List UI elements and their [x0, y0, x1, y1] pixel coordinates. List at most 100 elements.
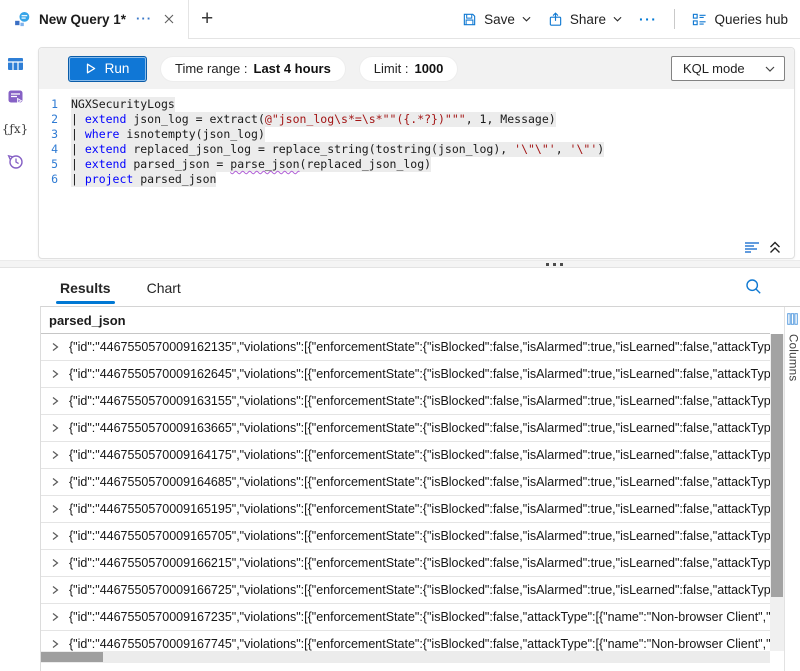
- splitter-grip[interactable]: [546, 263, 563, 266]
- expand-row-chevron-icon[interactable]: [50, 423, 60, 433]
- run-label: Run: [105, 61, 130, 76]
- play-icon: [86, 63, 96, 74]
- collapse-editor-icon[interactable]: [769, 241, 781, 254]
- tab-chart[interactable]: Chart: [147, 269, 181, 306]
- table-row[interactable]: {"id":"4467550570009164175","violations"…: [41, 442, 770, 469]
- table-row[interactable]: {"id":"4467550570009162135","violations"…: [41, 334, 770, 361]
- columns-icon: [787, 313, 798, 325]
- code-line[interactable]: 2| extend json_log = extract(@"json_log\…: [39, 112, 794, 127]
- share-label: Share: [570, 12, 606, 27]
- table-row[interactable]: {"id":"4467550570009167235","violations"…: [41, 604, 770, 631]
- chevron-down-icon: [765, 66, 775, 72]
- code-line-text: | extend json_log = extract(@"json_log\s…: [71, 112, 556, 127]
- time-range-label: Time range :: [175, 61, 248, 76]
- table-row[interactable]: {"id":"4467550570009166725","violations"…: [41, 577, 770, 604]
- limit-value: 1000: [414, 61, 443, 76]
- tab-new-query-1[interactable]: New Query 1* ···: [0, 0, 189, 39]
- pane-splitter[interactable]: [0, 260, 800, 268]
- row-json-text: {"id":"4467550570009164175","violations"…: [69, 448, 770, 462]
- kql-mode-select[interactable]: KQL mode: [671, 56, 785, 81]
- table-row[interactable]: {"id":"4467550570009166215","violations"…: [41, 550, 770, 577]
- share-button[interactable]: Share: [548, 12, 622, 27]
- code-line-text: | extend replaced_json_log = replace_str…: [71, 142, 604, 157]
- column-header-label: parsed_json: [49, 313, 126, 328]
- row-json-text: {"id":"4467550570009165705","violations"…: [69, 529, 770, 543]
- table-row[interactable]: {"id":"4467550570009164685","violations"…: [41, 469, 770, 496]
- code-line[interactable]: 6| project parsed_json: [39, 172, 794, 187]
- time-range-pill[interactable]: Time range : Last 4 hours: [160, 56, 346, 82]
- code-area[interactable]: 1NGXSecurityLogs2| extend json_log = ext…: [39, 89, 794, 187]
- table-row[interactable]: {"id":"4467550570009163155","violations"…: [41, 388, 770, 415]
- functions-icon[interactable]: {ƒx}: [2, 122, 28, 136]
- expand-row-chevron-icon[interactable]: [50, 585, 60, 595]
- horizontal-scrollbar[interactable]: [41, 651, 770, 663]
- code-line-text: NGXSecurityLogs: [71, 97, 175, 112]
- line-number: 2: [39, 112, 71, 127]
- queries-hub-button[interactable]: Queries hub: [692, 12, 788, 27]
- rows-viewport: {"id":"4467550570009162135","violations"…: [41, 334, 770, 651]
- query-history-icon[interactable]: [7, 153, 24, 170]
- table-row[interactable]: {"id":"4467550570009165195","violations"…: [41, 496, 770, 523]
- connections-table-icon[interactable]: [7, 56, 24, 72]
- expand-row-chevron-icon[interactable]: [50, 639, 60, 649]
- format-lines-icon[interactable]: [744, 241, 760, 254]
- horizontal-scrollbar-thumb[interactable]: [41, 652, 103, 662]
- table-row[interactable]: {"id":"4467550570009167745","violations"…: [41, 631, 770, 651]
- row-json-text: {"id":"4467550570009163155","violations"…: [69, 394, 770, 408]
- code-line[interactable]: 5| extend parsed_json = parse_json(repla…: [39, 157, 794, 172]
- expand-row-chevron-icon[interactable]: [50, 396, 60, 406]
- expand-row-chevron-icon[interactable]: [50, 531, 60, 541]
- adx-query-logo-icon: [14, 11, 31, 28]
- vertical-scrollbar-thumb[interactable]: [771, 334, 783, 597]
- more-options-button[interactable]: ···: [639, 11, 658, 27]
- tab-close-icon[interactable]: [162, 12, 176, 26]
- tab-results[interactable]: Results: [60, 269, 111, 306]
- limit-label: Limit :: [374, 61, 409, 76]
- queries-hub-label: Queries hub: [714, 12, 788, 27]
- table-row[interactable]: {"id":"4467550570009162645","violations"…: [41, 361, 770, 388]
- expand-row-chevron-icon[interactable]: [50, 558, 60, 568]
- row-json-text: {"id":"4467550570009162645","violations"…: [69, 367, 770, 381]
- saved-scripts-icon[interactable]: [7, 89, 24, 105]
- query-tab-bar: New Query 1* ··· + Save Share: [0, 0, 800, 39]
- tab-more-menu[interactable]: ···: [134, 14, 154, 24]
- columns-side-panel[interactable]: Columns: [784, 307, 800, 671]
- chevron-down-icon: [613, 16, 622, 22]
- columns-panel-label: Columns: [787, 334, 799, 381]
- row-json-text: {"id":"4467550570009167235","violations"…: [69, 610, 770, 624]
- save-icon: [462, 12, 477, 27]
- limit-pill[interactable]: Limit : 1000: [359, 56, 459, 82]
- expand-row-chevron-icon[interactable]: [50, 342, 60, 352]
- code-line[interactable]: 3| where isnotempty(json_log): [39, 127, 794, 142]
- expand-row-chevron-icon[interactable]: [50, 612, 60, 622]
- divider: [674, 9, 675, 29]
- row-json-text: {"id":"4467550570009166725","violations"…: [69, 583, 770, 597]
- time-range-value: Last 4 hours: [254, 61, 331, 76]
- code-line-text: | extend parsed_json = parse_json(replac…: [71, 157, 431, 172]
- row-json-text: {"id":"4467550570009166215","violations"…: [69, 556, 770, 570]
- code-line[interactable]: 1NGXSecurityLogs: [39, 97, 794, 112]
- expand-row-chevron-icon[interactable]: [50, 504, 60, 514]
- tab-title: New Query 1*: [39, 12, 126, 27]
- expand-row-chevron-icon[interactable]: [50, 450, 60, 460]
- new-tab-button[interactable]: +: [201, 9, 213, 29]
- expand-row-chevron-icon[interactable]: [50, 369, 60, 379]
- code-line[interactable]: 4| extend replaced_json_log = replace_st…: [39, 142, 794, 157]
- table-row[interactable]: {"id":"4467550570009165705","violations"…: [41, 523, 770, 550]
- row-json-text: {"id":"4467550570009163665","violations"…: [69, 421, 770, 435]
- expand-row-chevron-icon[interactable]: [50, 477, 60, 487]
- table-row[interactable]: {"id":"4467550570009163665","violations"…: [41, 415, 770, 442]
- column-header-parsed-json[interactable]: parsed_json: [41, 307, 770, 334]
- vertical-scrollbar[interactable]: [770, 334, 784, 651]
- search-icon[interactable]: [745, 278, 762, 295]
- editor-footer-actions: [744, 241, 781, 254]
- line-number: 1: [39, 97, 71, 112]
- save-label: Save: [484, 12, 515, 27]
- line-number: 5: [39, 157, 71, 172]
- row-json-text: {"id":"4467550570009167745","violations"…: [69, 637, 770, 651]
- left-sidebar: {ƒx}: [0, 40, 30, 671]
- run-button[interactable]: Run: [68, 56, 147, 82]
- query-toolbar: Run Time range : Last 4 hours Limit : 10…: [39, 48, 794, 89]
- save-button[interactable]: Save: [462, 12, 531, 27]
- share-icon: [548, 12, 563, 27]
